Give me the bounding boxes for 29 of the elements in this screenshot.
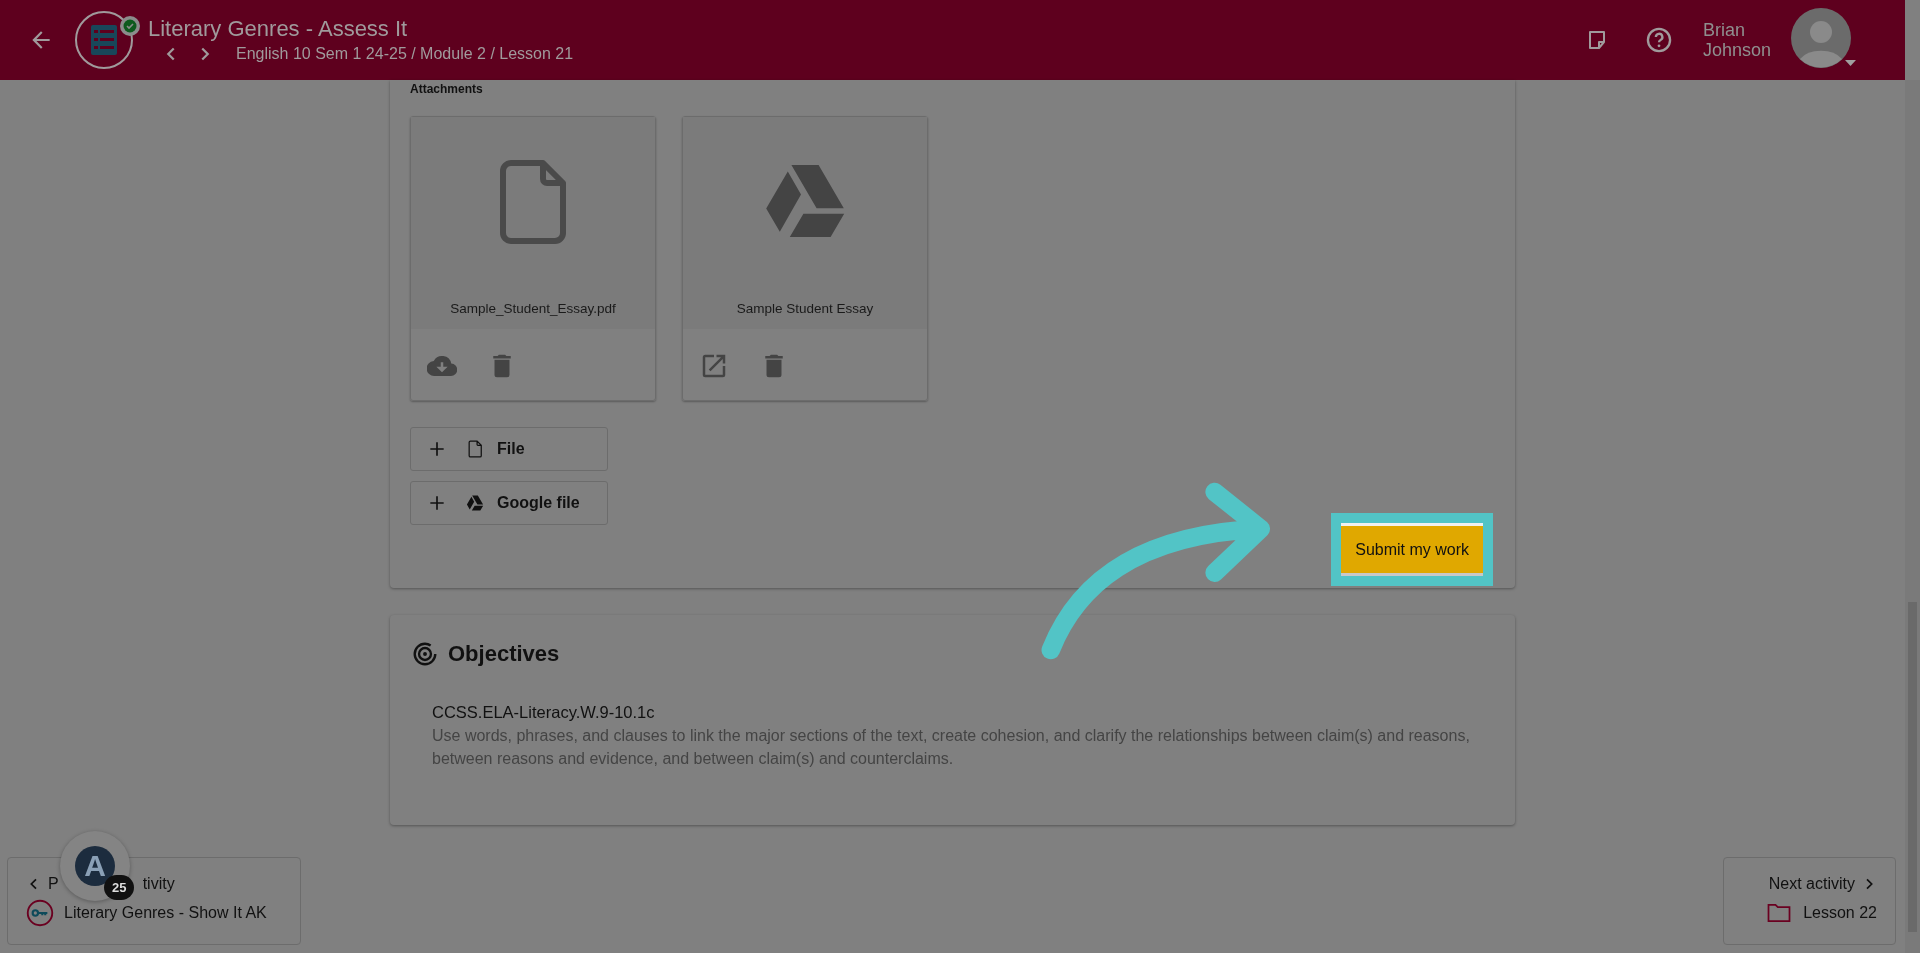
count-badge: 25 (104, 875, 135, 900)
activity-title: Literary Genres - Assess It (148, 15, 409, 43)
section-title: Objectives (448, 641, 560, 667)
section-label: Attachments (410, 82, 484, 96)
user-name[interactable]: Johnson (1702, 40, 1771, 60)
attachment-card[interactable]: Sample Student Essay (682, 116, 928, 401)
standard-description: Use words, phrases, and clauses to link the major sections of the text, create cohesion, and clarify the relationships between claim(s) and reasons, between reasons and evidence, and between claim(s) and counterclaims. (432, 726, 1471, 769)
attachment-name: Sample Student Essay (736, 301, 874, 316)
previous-label: P (48, 875, 59, 893)
target-icon (412, 641, 438, 667)
next-activity-card[interactable]: Next activity Lesson 22 (1723, 857, 1896, 945)
key-icon (26, 899, 54, 927)
breadcrumb[interactable]: English 10 Sem 1 24-25 / Module 2 / Lesson 21 (236, 45, 574, 63)
scrollbar[interactable] (1905, 80, 1920, 953)
previous-label: tivity (142, 875, 175, 893)
triangle-icon (465, 493, 485, 513)
attachment-name: Sample_Student_Essay.pdf (450, 301, 616, 316)
plus-icon (427, 493, 447, 513)
standard-code: CCSS.ELA-Literacy.W.9-10.1c (432, 703, 656, 722)
attachment-card[interactable]: Sample_Student_Essay.pdf (410, 116, 656, 401)
plus-icon (427, 439, 447, 459)
submit-button[interactable]: Submit my work (1341, 523, 1483, 576)
add-attachment-button[interactable]: Google file (410, 481, 608, 525)
next-label: Next activity (1768, 875, 1855, 893)
previous-activity-title: Literary Genres - Show It AK (64, 904, 267, 922)
help-icon[interactable] (1644, 26, 1673, 54)
next-activity-title: Lesson 22 (1803, 904, 1877, 922)
user-name[interactable]: Brian (1702, 20, 1771, 40)
add-attachment-button[interactable]: File (410, 427, 608, 471)
